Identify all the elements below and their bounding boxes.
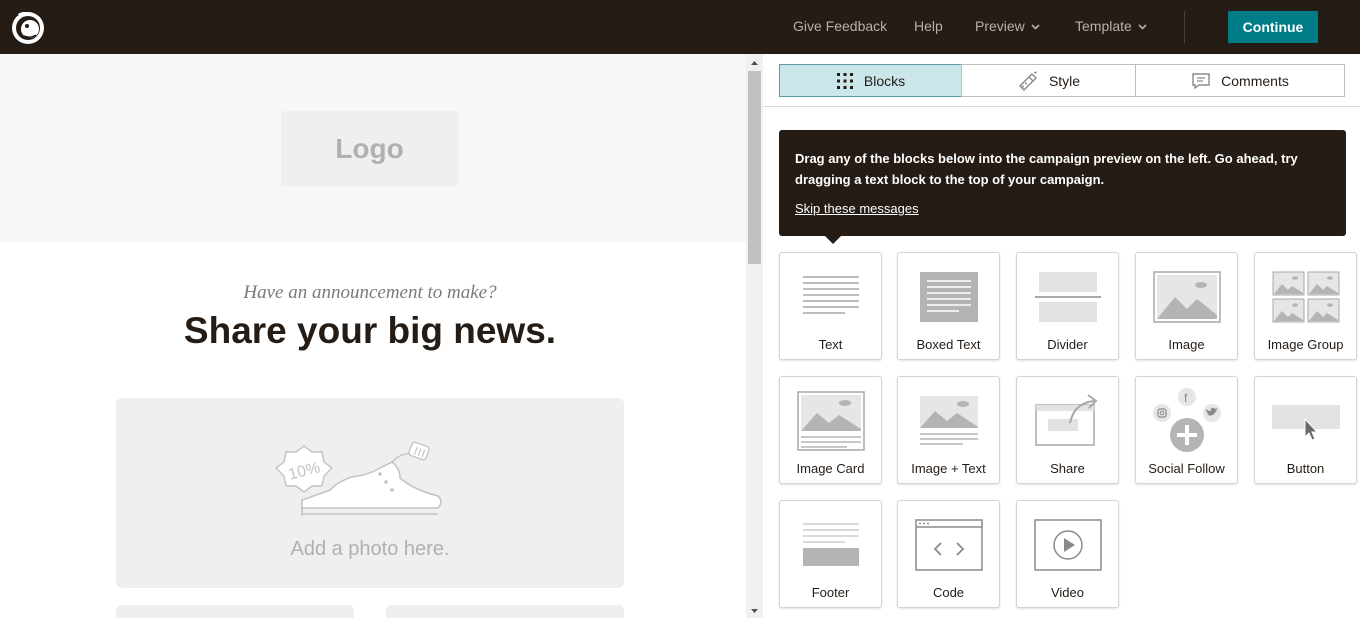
block-label: Button [1286,461,1325,476]
paint-icon [1018,70,1038,91]
tip-caret [825,236,841,244]
help-link[interactable]: Help [914,18,943,34]
template-menu[interactable]: Template [1075,18,1147,34]
block-label: Image Group [1267,337,1344,352]
photo-placeholder[interactable]: 10% Add a photo here. [116,398,624,588]
code-block-icon [914,519,983,571]
preview-menu-label: Preview [975,18,1025,34]
editor-panel: Blocks Style Comments Drag any of the bl… [763,54,1360,618]
video-block-icon [1033,519,1102,571]
skip-messages-link[interactable]: Skip these messages [795,201,919,216]
block-label: Boxed Text [916,337,981,352]
block-social-follow[interactable]: f Social Follow [1135,376,1238,484]
image-block-icon [1152,271,1221,323]
button-block-icon [1271,405,1340,441]
logo-placeholder[interactable]: Logo [281,111,458,186]
block-video[interactable]: Video [1016,500,1119,608]
block-image-group[interactable]: Image Group [1254,252,1357,360]
block-button[interactable]: Button [1254,376,1357,484]
text-block-icon [802,276,859,314]
block-text[interactable]: Text [779,252,882,360]
block-share[interactable]: Share [1016,376,1119,484]
social-follow-block-icon: f [1152,388,1221,452]
block-label: Video [1050,585,1084,600]
block-label: Social Follow [1148,461,1225,476]
preview-scrollbar[interactable] [746,54,763,618]
onboarding-tip-text: Drag any of the blocks below into the ca… [795,151,1298,187]
scroll-up-arrow-icon[interactable] [746,56,763,70]
image-text-block-icon [919,396,978,445]
tab-style[interactable]: Style [961,64,1136,97]
block-label: Image Card [796,461,865,476]
give-feedback-link[interactable]: Give Feedback [793,18,887,34]
boxed-text-block-icon [919,272,978,322]
shoe-sale-illustration-icon: 10% [274,441,442,516]
image-group-block-icon [1272,271,1339,323]
scroll-thumb[interactable] [748,71,761,264]
chevron-down-icon [1031,24,1040,30]
headline[interactable]: Share your big news. [0,310,740,352]
block-code[interactable]: Code [897,500,1000,608]
preview-menu[interactable]: Preview [975,18,1040,34]
share-block-icon [1034,394,1098,446]
block-label: Share [1050,461,1085,476]
campaign-preview[interactable]: Logo Have an announcement to make? Share… [0,54,746,618]
top-bar: Give Feedback Help Preview Template Cont… [0,0,1360,54]
comment-icon [1192,72,1210,89]
block-label: Image [1168,337,1205,352]
block-label: Divider [1047,337,1088,352]
block-footer[interactable]: Footer [779,500,882,608]
tab-comments-label: Comments [1221,72,1289,89]
tab-style-label: Style [1048,72,1081,89]
topbar-divider [1184,11,1185,43]
image-card-block-icon [796,391,865,451]
column-placeholder-left[interactable] [116,605,354,618]
tab-blocks-label: Blocks [863,72,906,89]
header-section[interactable]: Logo [0,54,746,242]
block-boxed-text[interactable]: Boxed Text [897,252,1000,360]
tab-comments[interactable]: Comments [1135,64,1345,97]
divider-block-icon [1034,272,1101,322]
template-menu-label: Template [1075,18,1132,34]
photo-placeholder-label: Add a photo here. [290,538,450,560]
block-image-text[interactable]: Image + Text [897,376,1000,484]
block-label: Code [932,585,965,600]
tab-blocks[interactable]: Blocks [779,64,962,97]
onboarding-tip: Drag any of the blocks below into the ca… [779,130,1346,244]
footer-block-icon [802,523,859,566]
chevron-down-icon [1138,24,1147,30]
column-placeholder-right[interactable] [386,605,624,618]
announcement-kicker[interactable]: Have an announcement to make? [0,282,740,304]
block-label: Image + Text [911,461,986,476]
block-divider[interactable]: Divider [1016,252,1119,360]
mailchimp-logo-icon[interactable] [10,8,46,46]
grid-icon [836,72,853,89]
block-image[interactable]: Image [1135,252,1238,360]
block-label: Text [818,337,843,352]
block-label: Footer [811,585,850,600]
scroll-down-arrow-icon[interactable] [746,604,763,618]
tabs-divider [763,106,1360,107]
block-image-card[interactable]: Image Card [779,376,882,484]
continue-button[interactable]: Continue [1228,11,1318,43]
